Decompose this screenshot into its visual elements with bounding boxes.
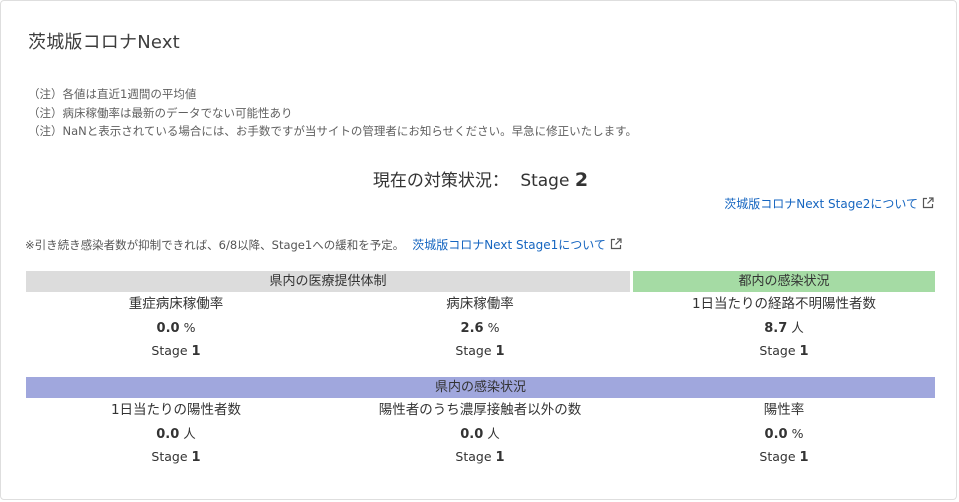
metric-tokyo-unknown-route: 1日当たりの経路不明陽性者数 8.7 人 Stage 1	[634, 293, 934, 362]
external-link-icon	[922, 197, 934, 209]
current-stage-number: 2	[574, 169, 589, 191]
note-nan: （注）NaNと表示されている場合には、お手数ですが当サイトの管理者にお知らせくだ…	[28, 124, 638, 138]
metric-stage: Stage 1	[759, 449, 809, 465]
metric-stage: Stage 1	[151, 449, 201, 465]
metric-non-contact-positive: 陽性者のうち濃厚接触者以外の数 0.0 人 Stage 1	[330, 399, 630, 468]
current-status-label: 現在の対策状況：	[372, 171, 509, 191]
note-average: （注）各値は直近1週間の平均値	[28, 87, 197, 101]
current-stage-word: Stage	[520, 171, 570, 191]
stage1-link-label: 茨城版コロナNext Stage1について	[412, 238, 606, 252]
metric-daily-positive: 1日当たりの陽性者数 0.0 人 Stage 1	[26, 399, 326, 468]
card-title: 茨城版コロナNext	[28, 32, 180, 53]
metric-positive-rate: 陽性率 0.0 % Stage 1	[634, 399, 934, 468]
tokyo-section-header: 都内の感染状況	[633, 271, 935, 292]
stage2-link[interactable]: 茨城版コロナNext Stage2について	[724, 195, 934, 212]
metric-label: 陽性率	[763, 402, 805, 418]
plan-note: ※引き続き感染者数が抑制できれば、6/8以降、Stage1への緩和を予定。	[25, 238, 405, 252]
metric-label: 病床稼働率	[446, 296, 514, 312]
metric-value: 0.0 %	[764, 426, 804, 442]
stage-card: 茨城版コロナNext （注）各値は直近1週間の平均値 （注）病床稼働率は最新のデ…	[0, 0, 957, 500]
metric-stage: Stage 1	[455, 343, 505, 359]
stage1-link[interactable]: 茨城版コロナNext Stage1について	[412, 238, 622, 252]
metric-stage: Stage 1	[759, 343, 809, 359]
notes-list: （注）各値は直近1週間の平均値 （注）病床稼働率は最新のデータでない可能性あり …	[28, 85, 637, 141]
metric-label: 陽性者のうち濃厚接触者以外の数	[378, 402, 582, 418]
metric-stage: Stage 1	[151, 343, 201, 359]
metric-label: 1日当たりの経路不明陽性者数	[691, 296, 877, 312]
metric-value: 0.0 人	[460, 426, 500, 442]
metric-bed-rate: 病床稼働率 2.6 % Stage 1	[330, 293, 630, 362]
metric-severe-bed-rate: 重症病床稼働率 0.0 % Stage 1	[26, 293, 326, 362]
metric-value: 2.6 %	[460, 320, 500, 336]
metric-value: 0.0 人	[156, 426, 196, 442]
prefecture-section-header: 県内の感染状況	[26, 377, 935, 398]
stage2-link-label: 茨城版コロナNext Stage2について	[724, 197, 918, 211]
note-bed-data: （注）病床稼働率は最新のデータでない可能性あり	[28, 105, 293, 120]
metric-label: 1日当たりの陽性者数	[110, 402, 242, 418]
medical-section-header: 県内の医療提供体制	[26, 271, 630, 292]
metric-value: 0.0 %	[156, 320, 196, 336]
external-link-icon	[610, 238, 622, 250]
metric-value: 8.7 人	[764, 320, 804, 336]
plan-note-row: ※引き続き感染者数が抑制できれば、6/8以降、Stage1への緩和を予定。 茨城版…	[25, 236, 622, 253]
metric-label: 重症病床稼働率	[128, 296, 224, 312]
metric-stage: Stage 1	[455, 449, 505, 465]
current-status: 現在の対策状況： Stage 2	[1, 166, 959, 191]
